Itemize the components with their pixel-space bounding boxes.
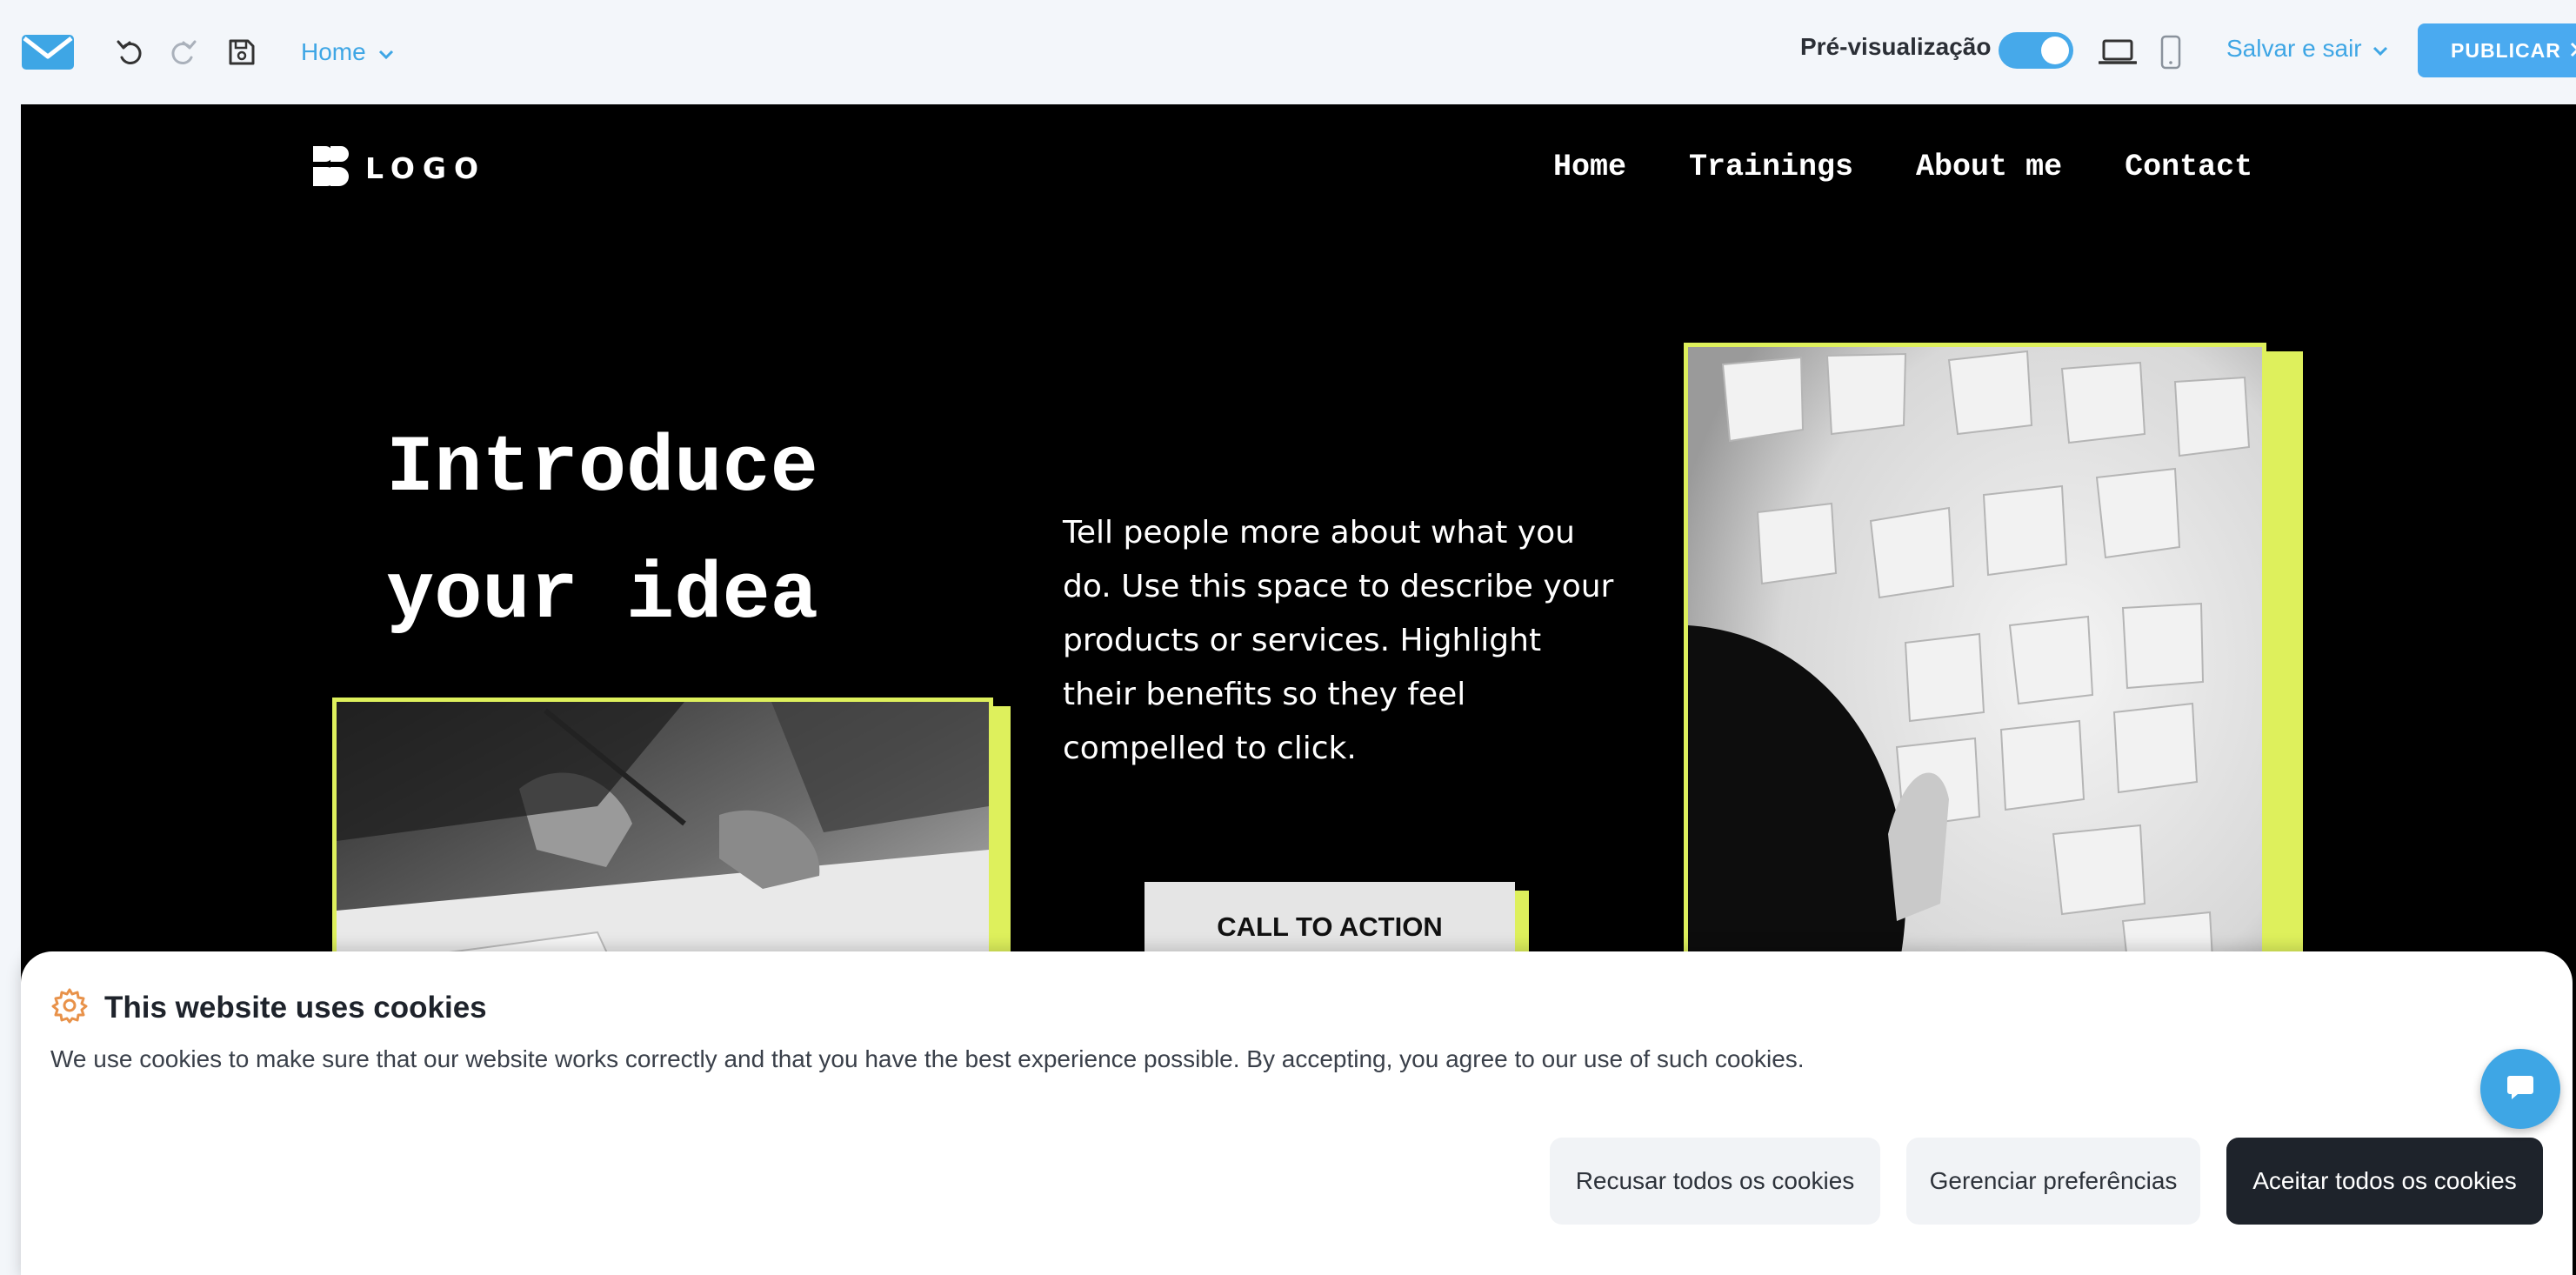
preview-toggle[interactable] — [1999, 32, 2073, 69]
mail-envelope-icon[interactable] — [21, 33, 75, 71]
logo-text: LOGO — [365, 151, 487, 185]
hero-title-line-2: your idea — [386, 550, 818, 641]
site-logo[interactable]: LOGO — [311, 144, 486, 192]
laptop-icon[interactable] — [2098, 33, 2138, 71]
publish-button[interactable]: PUBLICAR — [2418, 23, 2576, 77]
hero-title: Introduce your idea — [386, 405, 943, 659]
nav-trainings[interactable]: Trainings — [1689, 150, 1853, 184]
page-selector-label: Home — [301, 38, 366, 65]
page-selector[interactable]: Home — [301, 35, 394, 70]
gear-icon — [50, 986, 89, 1029]
redo-icon[interactable] — [164, 33, 202, 71]
cookie-banner-title: This website uses cookies — [104, 990, 487, 1025]
save-and-exit-button[interactable]: Salvar e sair — [2226, 35, 2388, 63]
editor-toolbar: Home Pré-visualização Salvar e sair PUBL… — [0, 0, 2576, 103]
cookie-banner-message: We use cookies to make sure that our web… — [50, 1045, 1805, 1072]
logo-mark-icon — [311, 144, 351, 192]
chat-widget-button[interactable] — [2480, 1049, 2560, 1129]
save-and-exit-label: Salvar e sair — [2226, 35, 2362, 62]
save-disk-icon[interactable] — [223, 33, 261, 71]
chevron-down-icon — [2372, 35, 2388, 63]
nav-about-me[interactable]: About me — [1916, 150, 2062, 184]
cookie-banner: This website uses cookies We use cookies… — [21, 951, 2573, 1275]
site-navigation: Home Trainings About me Contact — [1553, 150, 2252, 184]
publish-label: PUBLICAR — [2451, 38, 2561, 62]
chat-bubble-icon — [2506, 1073, 2535, 1105]
nav-home[interactable]: Home — [1553, 150, 1626, 184]
cookie-banner-header: This website uses cookies — [50, 986, 487, 1029]
chevron-down-icon — [378, 38, 394, 66]
accept-cookies-button[interactable]: Aceitar todos os cookies — [2226, 1138, 2543, 1225]
hero-title-line-1: Introduce — [386, 423, 818, 514]
mobile-icon[interactable] — [2155, 33, 2186, 71]
toggle-knob — [2041, 37, 2069, 64]
reject-cookies-button[interactable]: Recusar todos os cookies — [1550, 1138, 1880, 1225]
manage-preferences-button[interactable]: Gerenciar preferências — [1906, 1138, 2200, 1225]
hero-description: Tell people more about what you do. Use … — [1063, 515, 1614, 766]
preview-label: Pré-visualização — [1800, 33, 1992, 60]
undo-icon[interactable] — [111, 33, 150, 71]
chevron-right-icon — [2570, 39, 2576, 63]
nav-contact[interactable]: Contact — [2125, 150, 2252, 184]
